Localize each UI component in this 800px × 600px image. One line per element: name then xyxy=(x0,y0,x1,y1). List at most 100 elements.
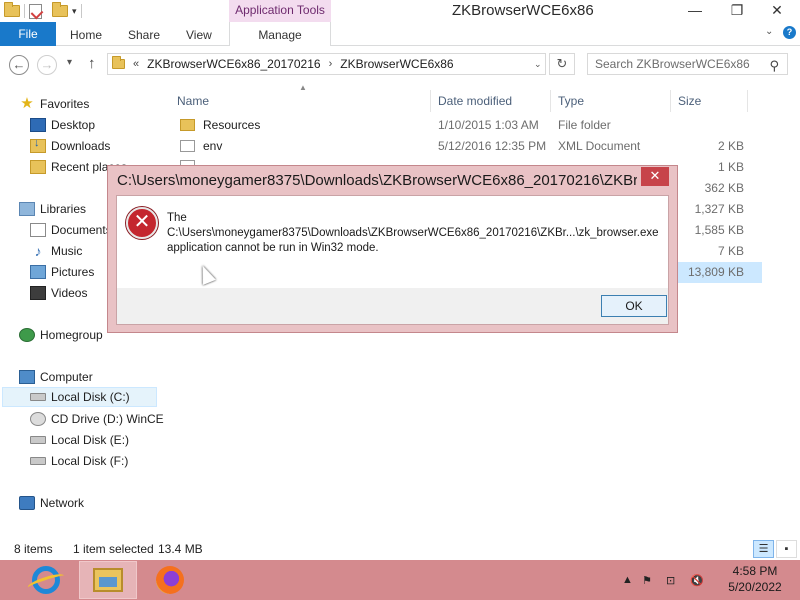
tab-view[interactable]: View xyxy=(186,22,212,46)
show-hidden-icons-icon[interactable]: ▲ xyxy=(622,574,633,586)
overflow-icon[interactable]: « xyxy=(133,58,139,70)
column-divider[interactable] xyxy=(670,90,671,112)
recent-locations-icon[interactable]: ▾ xyxy=(67,57,72,68)
breadcrumb-item[interactable]: ZKBrowserWCE6x86 xyxy=(340,57,453,71)
customize-qat-icon[interactable]: ▾ xyxy=(72,6,77,17)
error-message-line: application cannot be run in Win32 mode. xyxy=(167,242,379,254)
file-size: 13,809 KB xyxy=(687,265,744,279)
xml-file-icon xyxy=(180,140,195,152)
breadcrumb-separator[interactable]: › xyxy=(329,58,333,70)
network-tray-icon[interactable]: ⊡ xyxy=(666,574,675,587)
error-message: The C:\Users\moneygamer8375\Downloads\ZK… xyxy=(167,211,667,256)
column-divider[interactable] xyxy=(550,90,551,112)
nav-label: Homegroup xyxy=(40,328,103,342)
column-header-date[interactable]: Date modified xyxy=(438,90,512,112)
tab-file[interactable]: File xyxy=(0,22,56,46)
file-row[interactable]: Resources 1/10/2015 1:03 AM File folder xyxy=(172,115,762,136)
action-center-icon[interactable]: ⚑ xyxy=(642,574,652,587)
search-input[interactable]: Search ZKBrowserWCE6x86 ⚲ xyxy=(587,53,788,75)
file-size: 1,327 KB xyxy=(694,202,744,216)
title-bar: ▾ Application Tools ZKBrowserWCE6x86 — ❐… xyxy=(0,0,800,22)
file-size: 2 KB xyxy=(717,139,744,153)
column-header-type[interactable]: Type xyxy=(558,90,584,112)
nav-label: CD Drive (D:) WinCE xyxy=(51,412,164,426)
nav-cd-drive-d[interactable]: CD Drive (D:) WinCE xyxy=(30,409,164,429)
nav-homegroup[interactable]: Homegroup xyxy=(19,325,103,345)
up-button[interactable]: ↑ xyxy=(88,55,96,72)
nav-pictures[interactable]: Pictures xyxy=(30,262,94,282)
file-explorer-button[interactable] xyxy=(79,561,137,599)
breadcrumb-item[interactable]: ZKBrowserWCE6x86_20170216 xyxy=(147,57,320,71)
nav-label: Desktop xyxy=(51,118,96,132)
clock-date: 5/20/2022 xyxy=(728,580,782,594)
refresh-button[interactable]: ↻ xyxy=(549,53,575,75)
computer-icon xyxy=(19,370,35,384)
ok-button[interactable]: OK xyxy=(601,295,667,317)
network-icon xyxy=(19,496,35,510)
selection-size: 13.4 MB xyxy=(158,542,203,556)
file-type: XML Document xyxy=(558,139,641,153)
videos-icon xyxy=(30,286,46,300)
nav-videos[interactable]: Videos xyxy=(30,283,87,303)
volume-muted-icon[interactable]: 🔇 xyxy=(690,574,704,587)
file-explorer-icon xyxy=(93,568,123,592)
recent-places-icon xyxy=(30,160,46,174)
search-icon[interactable]: ⚲ xyxy=(769,56,779,76)
nav-label: Local Disk (C:) xyxy=(51,390,130,404)
dialog-title: C:\Users\moneygamer8375\Downloads\ZKBrow… xyxy=(117,172,637,189)
new-folder-icon[interactable] xyxy=(52,2,68,17)
expand-ribbon-icon[interactable]: ⌄ xyxy=(765,26,773,37)
large-icons-view-button[interactable]: ▪ xyxy=(776,540,797,558)
close-button[interactable]: ✕ xyxy=(762,0,792,22)
nav-music[interactable]: ♪ Music xyxy=(30,241,83,261)
back-button[interactable]: ← xyxy=(9,55,29,75)
help-icon[interactable]: ? xyxy=(783,26,796,39)
file-row[interactable]: env 5/12/2016 12:35 PM XML Document 2 KB xyxy=(172,136,762,157)
column-header-size[interactable]: Size xyxy=(678,90,701,112)
nav-libraries[interactable]: Libraries xyxy=(19,199,86,219)
nav-label: Local Disk (F:) xyxy=(51,454,129,468)
status-bar: 8 items 1 item selected 13.4 MB ☰ ▪ xyxy=(0,538,800,560)
nav-network[interactable]: Network xyxy=(19,493,84,513)
nav-local-disk-f[interactable]: Local Disk (F:) xyxy=(30,451,128,471)
error-message-line: The xyxy=(167,212,187,224)
quick-access-toolbar: ▾ xyxy=(0,2,82,20)
qat-separator xyxy=(80,4,82,18)
nav-downloads[interactable]: Downloads xyxy=(30,136,110,156)
qat-separator xyxy=(24,4,25,18)
dialog-close-button[interactable]: ✕ xyxy=(641,167,669,186)
nav-label: Favorites xyxy=(40,97,90,111)
internet-explorer-button[interactable] xyxy=(17,561,75,599)
column-divider[interactable] xyxy=(747,90,748,112)
tab-home[interactable]: Home xyxy=(70,22,102,46)
desktop-icon xyxy=(30,118,46,132)
nav-desktop[interactable]: Desktop xyxy=(30,115,95,135)
search-placeholder: Search ZKBrowserWCE6x86 xyxy=(595,57,750,71)
homegroup-icon xyxy=(19,328,35,342)
forward-button[interactable]: → xyxy=(37,55,57,75)
error-icon: ✕ xyxy=(126,207,158,239)
details-view-button[interactable]: ☰ xyxy=(753,540,774,558)
clock-time: 4:58 PM xyxy=(732,564,778,578)
nav-documents[interactable]: Documents xyxy=(30,220,112,240)
address-history-icon[interactable]: ⌄ xyxy=(534,59,542,70)
column-header-name[interactable]: Name xyxy=(177,90,209,112)
minimize-button[interactable]: — xyxy=(680,0,710,22)
clock[interactable]: 4:58 PM 5/20/2022 xyxy=(724,563,786,595)
folder-icon xyxy=(180,119,195,131)
properties-icon[interactable] xyxy=(29,3,42,19)
firefox-button[interactable] xyxy=(141,561,199,599)
nav-computer[interactable]: Computer xyxy=(19,367,93,387)
maximize-button[interactable]: ❐ xyxy=(722,0,752,22)
nav-favorites[interactable]: ★ Favorites xyxy=(19,94,89,114)
nav-local-disk-c[interactable]: Local Disk (C:) xyxy=(2,387,157,407)
address-bar[interactable]: « ZKBrowserWCE6x86_20170216 › ZKBrowserW… xyxy=(107,53,546,75)
file-size: 1 KB xyxy=(717,160,744,174)
column-divider[interactable] xyxy=(430,90,431,112)
tab-share[interactable]: Share xyxy=(128,22,160,46)
nav-label: Pictures xyxy=(51,265,95,279)
item-count: 8 items xyxy=(14,542,53,556)
nav-local-disk-e[interactable]: Local Disk (E:) xyxy=(30,430,129,450)
tab-manage[interactable]: Manage xyxy=(229,22,331,47)
nav-label: Computer xyxy=(40,370,93,384)
